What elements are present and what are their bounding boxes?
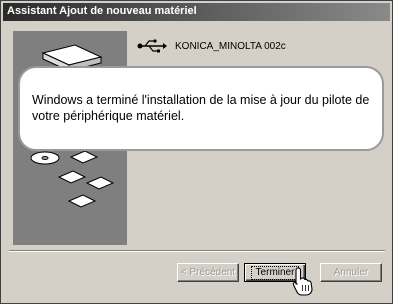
- device-name: KONICA_MINOLTA 002c: [175, 41, 286, 52]
- previous-button[interactable]: < Précédent: [177, 263, 239, 282]
- completion-message: Windows a terminé l'installation de la m…: [32, 93, 370, 123]
- window-title: Assistant Ajout de nouveau matériel: [7, 5, 197, 17]
- cancel-button[interactable]: Annuler: [320, 263, 382, 282]
- completion-message-balloon: Windows a terminé l'installation de la m…: [18, 66, 384, 151]
- usb-icon: [137, 39, 167, 58]
- previous-button-label: < Précédent: [180, 267, 236, 278]
- cancel-button-label: Annuler: [333, 267, 369, 278]
- separator-line: [9, 250, 385, 252]
- title-bar[interactable]: Assistant Ajout de nouveau matériel: [3, 3, 390, 21]
- wizard-window: Assistant Ajout de nouveau matériel KONI…: [0, 0, 393, 304]
- hand-pointer-cursor-icon: [292, 267, 314, 302]
